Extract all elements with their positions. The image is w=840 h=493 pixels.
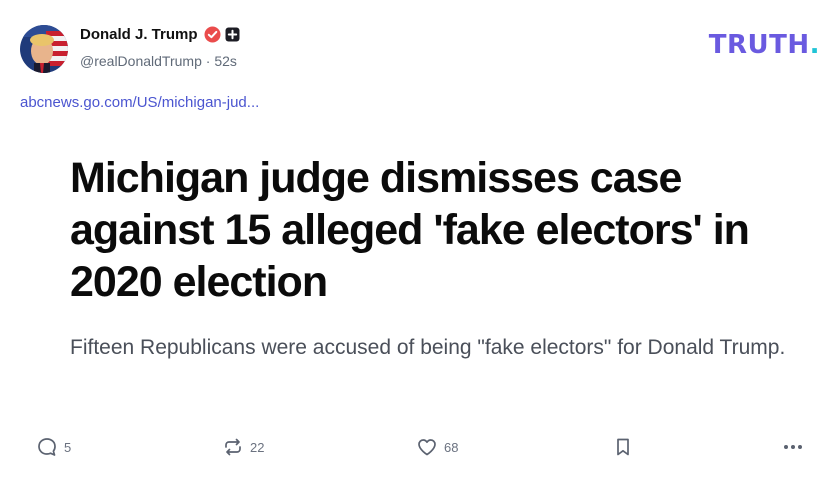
- like-count: 68: [444, 439, 459, 455]
- article-link[interactable]: abcnews.go.com/US/michigan-jud...: [20, 94, 259, 111]
- plus-badge-icon: [225, 27, 240, 42]
- reply-icon: [38, 438, 56, 456]
- author-handle-line: @realDonaldTrump · 52s: [80, 53, 237, 69]
- retruth-button[interactable]: 22: [222, 432, 264, 462]
- post-time[interactable]: 52s: [214, 53, 237, 69]
- bookmark-button[interactable]: [612, 432, 634, 462]
- more-icon: [784, 445, 802, 449]
- retruth-icon: [225, 438, 241, 456]
- reply-count: 5: [64, 439, 72, 455]
- article-summary: Fifteen Republicans were accused of bein…: [70, 336, 786, 359]
- logo-text: TRUTH: [708, 30, 810, 60]
- article-headline[interactable]: Michigan judge dismisses case against 15…: [70, 152, 810, 308]
- meta-separator: ·: [205, 53, 211, 69]
- truth-post: Donald J. Trump @realDonaldTrump · 52s T…: [0, 0, 840, 493]
- action-bar: 5 22 68: [0, 432, 840, 462]
- author-name[interactable]: Donald J. Trump: [80, 26, 198, 43]
- reply-button[interactable]: 5: [36, 432, 71, 462]
- verified-badge-icon: [204, 26, 221, 43]
- more-options-button[interactable]: [781, 432, 805, 462]
- heart-icon: [418, 439, 436, 456]
- avatar-image: [20, 25, 68, 73]
- retruth-count: 22: [250, 439, 265, 455]
- truth-logo[interactable]: TRUTH.: [709, 32, 820, 58]
- author-handle[interactable]: @realDonaldTrump: [80, 53, 202, 69]
- avatar[interactable]: [20, 25, 68, 73]
- logo-dot: .: [809, 30, 820, 60]
- like-button[interactable]: 68: [416, 432, 458, 462]
- bookmark-icon: [617, 438, 629, 456]
